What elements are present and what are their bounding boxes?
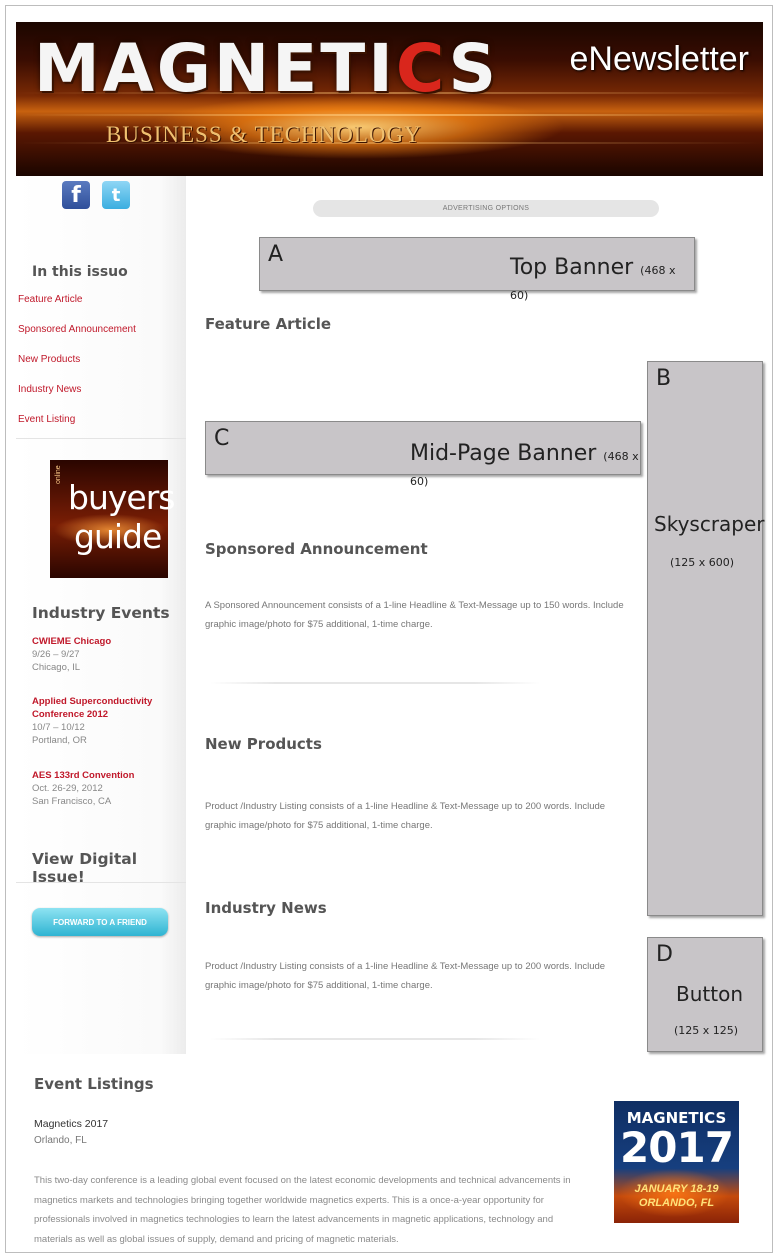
ad-name: Top Banner (468 x 60) (510, 255, 694, 305)
badge-location: ORLANDO, FL (638, 1197, 715, 1209)
divider (210, 682, 540, 684)
toc-link[interactable]: Sponsored Announcement (18, 324, 136, 354)
badge-year: 2017 (620, 1123, 734, 1172)
ad-name-text: Mid-Page Banner (410, 441, 597, 466)
industry-news-text: Product /Industry Listing consists of a … (205, 961, 606, 991)
ad-name-text: Top Banner (510, 255, 634, 280)
event-name-link[interactable]: CWIEME Chicago (32, 635, 111, 648)
facebook-icon[interactable]: f (62, 181, 90, 209)
enewsletter-label: eNewsletter (569, 40, 749, 78)
magnetics-logo[interactable]: MAGNETICS (34, 36, 499, 102)
buyers-guide-tag: online (55, 465, 62, 484)
event-location: Chicago, IL (32, 662, 81, 673)
ad-size: (125 x 600) (670, 556, 735, 569)
social-links: f t (62, 181, 130, 209)
event-item: CWIEME Chicago 9/26 – 9/27 Chicago, IL (32, 635, 111, 674)
new-products-text: Product /Industry Listing consists of a … (205, 801, 606, 831)
event-date: Oct. 26-29, 2012 (32, 783, 103, 794)
top-banner-ad[interactable]: A Top Banner (468 x 60) (259, 237, 695, 302)
table-of-contents: Feature Article Sponsored Announcement N… (18, 294, 136, 444)
event-item: Applied Superconductivity Conference 201… (32, 695, 182, 747)
toc-link[interactable]: New Products (18, 354, 136, 384)
divider (210, 1038, 540, 1040)
event-date: 10/7 – 10/12 (32, 722, 85, 733)
event-location: Portland, OR (32, 735, 87, 746)
button-ad[interactable]: D Button (125 x 125) (647, 937, 763, 1052)
event-name-link[interactable]: Applied Superconductivity Conference 201… (32, 695, 182, 721)
sponsored-announcement-heading: Sponsored Announcement (205, 540, 428, 558)
toc-link[interactable]: Event Listing (18, 414, 136, 444)
event-listing-location: Orlando, FL (34, 1135, 87, 1146)
event-location: San Francisco, CA (32, 796, 112, 807)
ad-name: Skyscraper (654, 512, 765, 536)
sidebar: f t In this issuo Feature Article Sponso… (16, 176, 186, 1054)
magnetics-2017-badge[interactable]: MAGNETICS 2017 JANUARY 18-19 ORLANDO, FL (614, 1101, 739, 1223)
industry-news-heading: Industry News (205, 899, 327, 917)
mid-page-banner-ad[interactable]: C Mid-Page Banner (468 x 60) (205, 421, 641, 488)
twitter-icon[interactable]: t (102, 181, 130, 209)
header-banner: MAGNETICS BUSINESS & TECHNOLOGY eNewslet… (16, 22, 763, 176)
feature-article-heading: Feature Article (205, 315, 332, 333)
logo-text-red: C (395, 30, 449, 107)
industry-events-heading: Industry Events (32, 604, 170, 622)
logo-subtitle: BUSINESS & TECHNOLOGY (106, 122, 422, 147)
divider (16, 882, 186, 883)
ad-letter: A (268, 242, 284, 267)
ad-letter: B (656, 366, 672, 391)
new-products-heading: New Products (205, 735, 322, 753)
event-listing-name[interactable]: Magnetics 2017 (34, 1118, 108, 1130)
logo-text: S (448, 30, 500, 107)
buyers-guide-ad[interactable]: online buyers guide (50, 460, 175, 578)
buyers-guide-line: buyers (68, 478, 175, 517)
event-item: AES 133rd Convention Oct. 26-29, 2012 Sa… (32, 769, 134, 808)
toc-link[interactable]: Feature Article (18, 294, 136, 324)
logo-text: MAGNETI (34, 30, 396, 107)
ad-letter: D (656, 942, 673, 967)
badge-date: JANUARY 18-19 (634, 1183, 719, 1195)
event-date: 9/26 – 9/27 (32, 649, 80, 660)
header-streak (16, 114, 763, 116)
event-name-link[interactable]: AES 133rd Convention (32, 769, 134, 782)
skyscraper-ad[interactable]: B Skyscraper (125 x 600) (647, 361, 765, 916)
ad-name: Mid-Page Banner (468 x 60) (410, 441, 640, 491)
advertising-options-label: ADVERTISING OPTIONS (313, 200, 659, 217)
ad-name: Button (676, 982, 743, 1006)
toc-link[interactable]: Industry News (18, 384, 136, 414)
in-this-issue-heading: In this issuo (32, 264, 128, 280)
ad-letter: C (214, 426, 230, 451)
forward-to-friend-button[interactable]: FORWARD TO A FRIEND (32, 908, 168, 936)
event-listings-heading: Event Listings (34, 1075, 154, 1093)
event-listing-description: This two-day conference is a leading glo… (34, 1175, 571, 1245)
divider (16, 438, 186, 439)
view-digital-issue-link[interactable]: View Digital Issue! (32, 850, 186, 886)
ad-size: (125 x 125) (674, 1024, 739, 1037)
buyers-guide-line: guide (74, 517, 162, 556)
sponsored-announcement-text: A Sponsored Announcement consists of a 1… (205, 600, 624, 630)
